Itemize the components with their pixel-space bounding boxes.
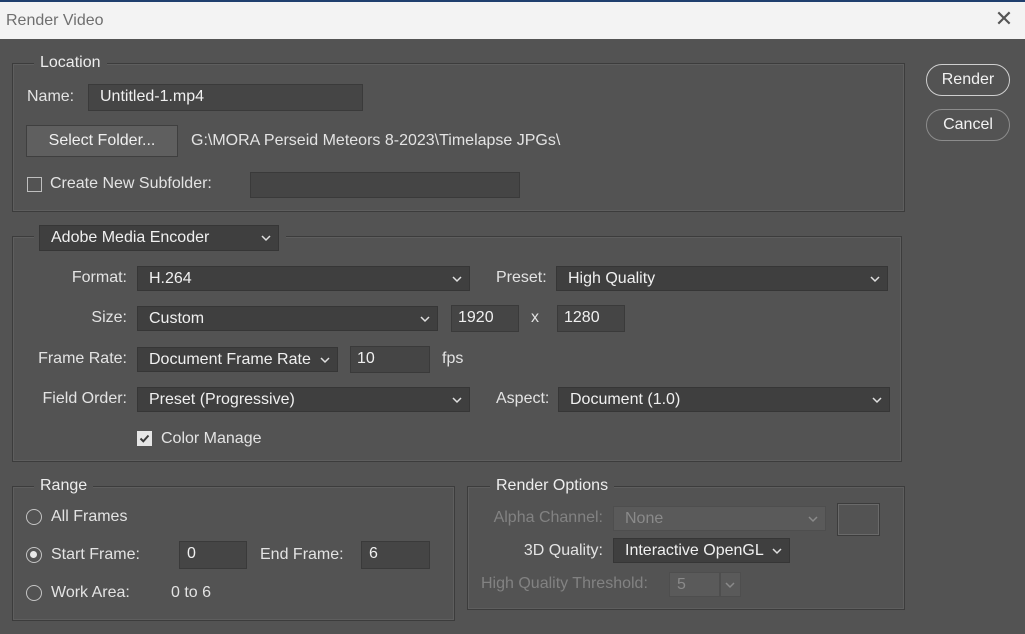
chevron-down-icon <box>807 509 819 529</box>
preset-dropdown[interactable]: High Quality <box>556 266 888 291</box>
field-order-label: Field Order: <box>42 390 127 407</box>
work-area-label: Work Area: <box>51 584 130 601</box>
chevron-down-icon <box>451 269 463 289</box>
chevron-down-icon <box>771 541 783 561</box>
select-folder-button[interactable]: Select Folder... <box>26 125 178 157</box>
field-order-dropdown[interactable]: Preset (Progressive) <box>137 387 470 412</box>
chevron-down-icon <box>451 390 463 410</box>
size-x-label: x <box>531 309 539 326</box>
color-manage-checkbox[interactable] <box>137 431 152 446</box>
render-options-legend: Render Options <box>490 476 615 496</box>
threshold-dropdown[interactable] <box>720 572 741 597</box>
frame-rate-value: Document Frame Rate <box>149 351 311 368</box>
chevron-down-icon <box>319 350 331 370</box>
alpha-channel-dropdown[interactable]: None <box>613 506 826 531</box>
window-title: Render Video <box>6 12 104 29</box>
start-frame-input[interactable]: 0 <box>179 541 247 569</box>
alpha-color-swatch[interactable] <box>837 503 880 536</box>
title-bar: Render Video ✕ <box>0 0 1025 39</box>
chevron-down-icon <box>260 228 272 248</box>
height-input[interactable]: 1280 <box>557 305 625 332</box>
alpha-channel-value: None <box>625 510 664 527</box>
fps-input[interactable]: 10 <box>350 346 430 373</box>
frame-rate-dropdown[interactable]: Document Frame Rate <box>137 347 338 372</box>
preset-value: High Quality <box>568 270 656 287</box>
aspect-label: Aspect: <box>496 390 550 407</box>
end-frame-label: End Frame: <box>260 546 344 563</box>
width-input[interactable]: 1920 <box>451 305 519 332</box>
cancel-button[interactable]: Cancel <box>926 109 1010 141</box>
preset-label: Preset: <box>496 269 547 286</box>
name-input[interactable]: Untitled-1.mp4 <box>88 84 363 111</box>
name-label: Name: <box>27 88 75 105</box>
range-legend: Range <box>34 476 94 496</box>
chevron-down-icon <box>869 269 881 289</box>
threshold-input[interactable]: 5 <box>669 572 720 597</box>
size-value: Custom <box>149 310 205 327</box>
render-button[interactable]: Render <box>926 64 1010 96</box>
aspect-dropdown[interactable]: Document (1.0) <box>558 387 890 412</box>
color-manage-label: Color Manage <box>161 430 262 447</box>
chevron-down-icon <box>419 309 431 329</box>
close-icon[interactable]: ✕ <box>993 8 1015 30</box>
end-frame-input[interactable]: 6 <box>361 541 430 569</box>
field-order-value: Preset (Progressive) <box>149 391 295 408</box>
size-label: Size: <box>91 309 127 326</box>
location-legend: Location <box>34 53 107 73</box>
3d-quality-label: 3D Quality: <box>523 542 603 559</box>
subfolder-input[interactable] <box>250 172 520 198</box>
high-quality-threshold-label: High Quality Threshold: <box>481 575 648 592</box>
format-label: Format: <box>71 269 127 286</box>
work-area-radio[interactable] <box>26 585 42 601</box>
encoder-dropdown[interactable]: Adobe Media Encoder <box>39 225 279 251</box>
3d-quality-value: Interactive OpenGL <box>625 542 764 559</box>
3d-quality-dropdown[interactable]: Interactive OpenGL <box>613 538 790 563</box>
create-subfolder-label: Create New Subfolder: <box>50 175 212 192</box>
work-area-value: 0 to 6 <box>171 584 212 601</box>
checkmark-icon <box>139 434 150 443</box>
chevron-down-icon <box>871 390 883 410</box>
aspect-value: Document (1.0) <box>570 391 681 408</box>
all-frames-radio[interactable] <box>26 509 42 525</box>
fps-label: fps <box>442 350 464 367</box>
chevron-down-icon <box>724 575 736 595</box>
start-frame-label: Start Frame: <box>51 546 140 563</box>
frame-rate-label: Frame Rate: <box>38 350 127 367</box>
start-frame-radio[interactable] <box>26 547 42 563</box>
alpha-channel-label: Alpha Channel: <box>493 509 603 526</box>
format-value: H.264 <box>149 270 192 287</box>
create-subfolder-checkbox[interactable] <box>27 177 42 192</box>
all-frames-label: All Frames <box>51 508 128 525</box>
format-dropdown[interactable]: H.264 <box>137 266 470 291</box>
folder-path: G:\MORA Perseid Meteors 8-2023\Timelapse… <box>191 132 561 149</box>
size-dropdown[interactable]: Custom <box>137 306 438 331</box>
encoder-value: Adobe Media Encoder <box>51 229 210 246</box>
